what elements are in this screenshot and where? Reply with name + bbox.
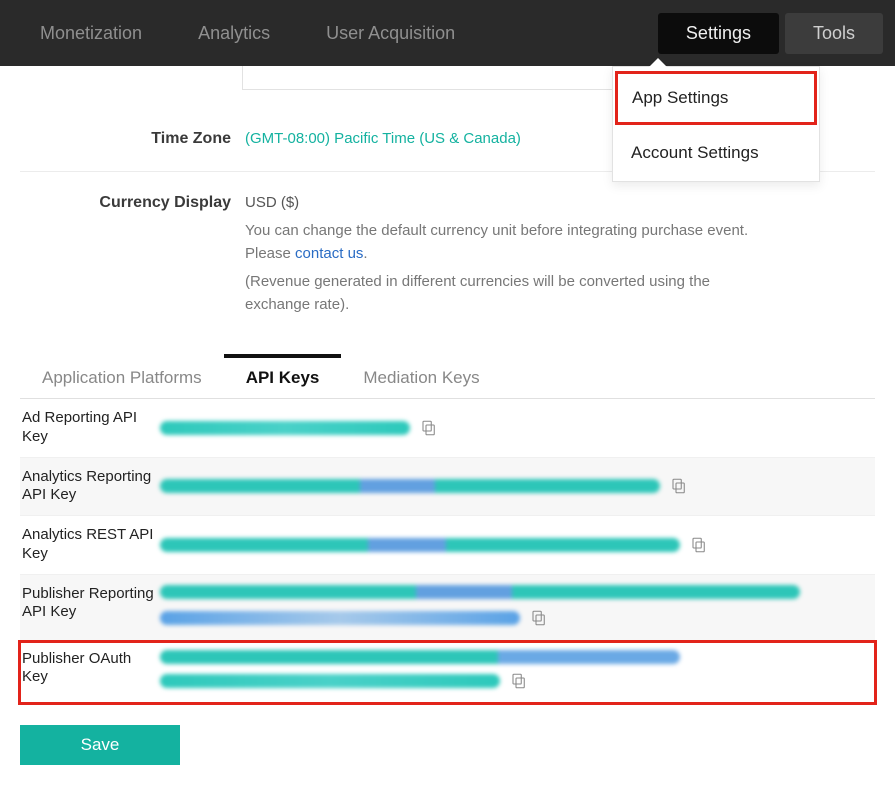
dropdown-account-settings[interactable]: Account Settings — [613, 125, 819, 181]
key-value-analytics-rest — [160, 538, 680, 552]
currency-desc: You can change the default currency unit… — [245, 220, 755, 265]
top-nav: Monetization Analytics User Acquisition … — [0, 0, 895, 66]
key-value-publisher-reporting-2 — [160, 611, 520, 625]
key-value-publisher-reporting-1 — [160, 585, 800, 599]
key-label-publisher-reporting: Publisher Reporting API Key — [20, 585, 160, 623]
contact-us-link[interactable]: contact us — [295, 245, 363, 262]
key-label-analytics-rest: Analytics REST API Key — [20, 526, 160, 564]
copy-icon[interactable] — [670, 477, 688, 495]
key-row-ad-reporting: Ad Reporting API Key — [20, 399, 875, 458]
currency-label: Currency Display — [20, 192, 245, 212]
copy-icon[interactable] — [420, 419, 438, 437]
nav-user-acquisition[interactable]: User Acquisition — [298, 13, 483, 54]
key-label-publisher-oauth: Publisher OAuth Key — [20, 650, 160, 688]
nav-analytics[interactable]: Analytics — [170, 13, 298, 54]
dropdown-app-settings[interactable]: App Settings — [615, 71, 817, 125]
key-label-analytics-reporting: Analytics Reporting API Key — [20, 468, 160, 506]
key-value-analytics-reporting — [160, 479, 660, 493]
copy-icon[interactable] — [690, 536, 708, 554]
key-value-ad-reporting — [160, 421, 410, 435]
key-row-analytics-reporting: Analytics Reporting API Key — [20, 458, 875, 517]
timezone-label: Time Zone — [20, 128, 245, 148]
currency-value: USD ($) — [245, 192, 755, 215]
key-value-publisher-oauth-2 — [160, 674, 500, 688]
tab-application-platforms[interactable]: Application Platforms — [20, 356, 224, 398]
settings-tabs: Application Platforms API Keys Mediation… — [20, 356, 875, 399]
nav-tools[interactable]: Tools — [785, 13, 883, 54]
currency-row: Currency Display USD ($) You can change … — [20, 172, 875, 337]
key-value-publisher-oauth-1 — [160, 650, 680, 664]
key-row-publisher-reporting: Publisher Reporting API Key — [20, 575, 875, 642]
copy-icon[interactable] — [530, 609, 548, 627]
settings-dropdown: App Settings Account Settings — [612, 66, 820, 182]
timezone-value[interactable]: (GMT-08:00) Pacific Time (US & Canada) — [245, 130, 521, 147]
key-row-publisher-oauth: Publisher OAuth Key — [20, 642, 875, 703]
nav-settings[interactable]: Settings — [658, 13, 779, 54]
key-row-analytics-rest: Analytics REST API Key — [20, 516, 875, 575]
copy-icon[interactable] — [510, 672, 528, 690]
tab-api-keys[interactable]: API Keys — [224, 356, 342, 398]
nav-monetization[interactable]: Monetization — [12, 13, 170, 54]
currency-desc-text-b: . — [363, 245, 367, 262]
currency-desc-2: (Revenue generated in different currenci… — [245, 271, 755, 316]
save-button[interactable]: Save — [20, 725, 180, 765]
api-keys-table: Ad Reporting API Key Analytics Reporting… — [20, 399, 875, 703]
tab-mediation-keys[interactable]: Mediation Keys — [341, 356, 501, 398]
key-label-ad-reporting: Ad Reporting API Key — [20, 409, 160, 447]
